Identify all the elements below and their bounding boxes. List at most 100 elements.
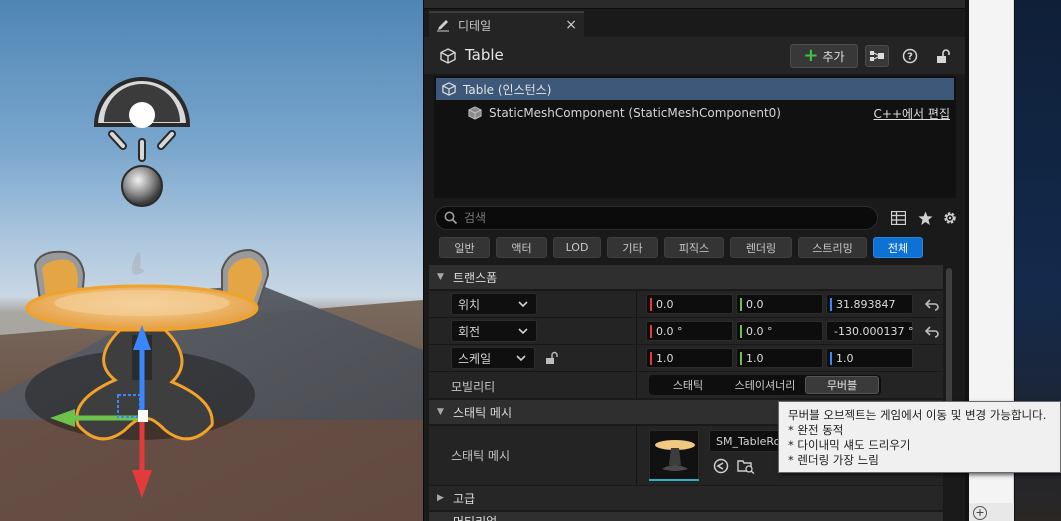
viewport-scene: [0, 77, 423, 521]
rotation-mode-dropdown[interactable]: 회전: [451, 320, 537, 342]
location-z-field[interactable]: 31.893847: [826, 294, 913, 314]
location-y-value: 0.0: [746, 297, 764, 311]
x-axis-marker: [650, 351, 652, 365]
chevron-down-icon: [518, 328, 528, 335]
category-advanced[interactable]: ▶ 고급: [429, 486, 943, 510]
filter-misc[interactable]: 기타: [607, 237, 658, 258]
panel-top-strip: [424, 0, 966, 9]
filter-label: 전체: [887, 241, 909, 255]
filter-all[interactable]: 전체: [873, 237, 923, 258]
category-transform[interactable]: ▼ 트랜스폼: [429, 265, 943, 289]
tooltip-line: * 완전 동적: [788, 423, 844, 437]
table-view-button[interactable]: [888, 208, 908, 228]
z-axis-marker: [830, 351, 832, 365]
location-x-value: 0.0: [656, 297, 674, 311]
filter-rendering[interactable]: 렌더링: [730, 237, 792, 258]
tooltip-line: * 다이내믹 섀도 드리우기: [788, 438, 911, 452]
cube-icon: [442, 82, 456, 96]
details-header: Table + 추가 ?: [424, 37, 966, 74]
category-label: 스태틱 메시: [453, 405, 513, 420]
reset-arrow-icon[interactable]: [925, 297, 939, 311]
add-icon[interactable]: +: [973, 506, 987, 520]
name-column: 회전: [429, 318, 636, 344]
browse-asset-icon[interactable]: [737, 458, 755, 474]
unlock-ratio-icon[interactable]: [545, 351, 559, 365]
blueprint-button[interactable]: [865, 45, 889, 67]
chevron-down-icon: [518, 301, 528, 308]
rotation-x-field[interactable]: 0.0 °: [646, 321, 733, 341]
scale-label: 스케일: [458, 351, 492, 366]
rotation-x-value: 0.0 °: [656, 324, 683, 338]
filter-physics[interactable]: 피직스: [664, 237, 724, 258]
static-mesh-icon: [468, 106, 482, 120]
scale-x-field[interactable]: 1.0: [646, 348, 733, 368]
category-label: 머티리얼: [453, 513, 497, 521]
static-mesh-label: 스태틱 메시: [451, 449, 511, 463]
help-button[interactable]: ?: [898, 45, 922, 67]
component-tree: Table (인스턴스) StaticMeshComponent (Static…: [434, 76, 956, 198]
name-column: 모빌리티: [429, 372, 636, 398]
column-divider: [636, 345, 637, 371]
scale-y-field[interactable]: 1.0: [736, 348, 823, 368]
tree-row-root[interactable]: Table (인스턴스): [436, 78, 954, 100]
filter-actor[interactable]: 액터: [496, 237, 547, 258]
filter-lod[interactable]: LOD: [553, 237, 601, 258]
location-label: 위치: [458, 297, 481, 312]
name-column: 위치: [429, 291, 636, 317]
y-axis-marker: [740, 297, 742, 311]
close-tab-icon[interactable]: ×: [565, 17, 577, 33]
filter-general[interactable]: 일반: [439, 237, 490, 258]
rotation-z-field[interactable]: -130.000137 °: [826, 321, 913, 341]
asset-name: SM_TableRo: [716, 435, 781, 448]
location-y-field[interactable]: 0.0: [736, 294, 823, 314]
x-axis-marker: [650, 324, 652, 338]
name-column: 스태틱 메시: [429, 426, 636, 486]
column-divider: [636, 318, 637, 344]
svg-text:?: ?: [907, 52, 913, 63]
option-label: 스테이셔너리: [734, 379, 796, 392]
tree-root-label: Table (인스턴스): [463, 82, 552, 97]
x-axis-marker: [650, 297, 652, 311]
lock-button[interactable]: [931, 45, 955, 67]
location-x-field[interactable]: 0.0: [646, 294, 733, 314]
filter-streaming[interactable]: 스트리밍: [798, 237, 867, 258]
scale-mode-dropdown[interactable]: 스케일: [451, 347, 535, 369]
lock-icon: [937, 49, 950, 63]
property-scrollbar[interactable]: [946, 268, 952, 418]
use-selected-asset-icon[interactable]: [713, 458, 729, 474]
static-mesh-asset-picker[interactable]: SM_TableRo: [709, 430, 789, 452]
scale-z-field[interactable]: 1.0: [826, 348, 913, 368]
filter-label: 액터: [511, 241, 532, 255]
scale-x-value: 1.0: [656, 351, 674, 365]
edit-in-cpp-link[interactable]: C++에서 편집: [874, 105, 950, 122]
mobility-option-static[interactable]: 스태틱: [651, 376, 725, 394]
blueprint-icon: [870, 51, 884, 61]
collapsed-arrow-icon: ▶: [437, 493, 444, 503]
column-divider: [636, 426, 637, 485]
filter-label: 피직스: [678, 241, 710, 255]
settings-button[interactable]: [940, 208, 960, 228]
filter-label: 일반: [454, 241, 475, 255]
rotation-y-field[interactable]: 0.0 °: [736, 321, 823, 341]
rotation-y-value: 0.0 °: [746, 324, 773, 338]
table-thumbnail-icon: [655, 440, 695, 471]
tab-details[interactable]: 디테일 ×: [429, 11, 584, 37]
table-view-icon: [890, 211, 906, 225]
expand-arrow-icon: ▼: [437, 272, 444, 282]
mobility-option-movable[interactable]: 무버블: [805, 376, 879, 394]
filter-label: 렌더링: [745, 241, 777, 255]
add-component-button[interactable]: + 추가: [790, 44, 858, 68]
star-icon: [918, 211, 932, 225]
level-viewport[interactable]: [0, 0, 423, 521]
location-mode-dropdown[interactable]: 위치: [451, 293, 537, 315]
mesh-thumbnail[interactable]: [649, 430, 699, 480]
reset-arrow-icon[interactable]: [925, 324, 939, 338]
rotation-z-value: -130.000137 °: [834, 324, 914, 338]
category-partial-next[interactable]: 머티리얼: [429, 512, 943, 521]
favorites-button[interactable]: [915, 208, 935, 228]
search-input[interactable]: [464, 211, 844, 225]
tree-row-static-mesh-component[interactable]: StaticMeshComponent (StaticMeshComponent…: [436, 102, 954, 124]
mobility-option-stationary[interactable]: 스테이셔너리: [727, 376, 803, 394]
mobility-segmented-control: 스태틱 스테이셔너리 무버블: [649, 375, 881, 395]
y-axis-marker: [740, 351, 742, 365]
